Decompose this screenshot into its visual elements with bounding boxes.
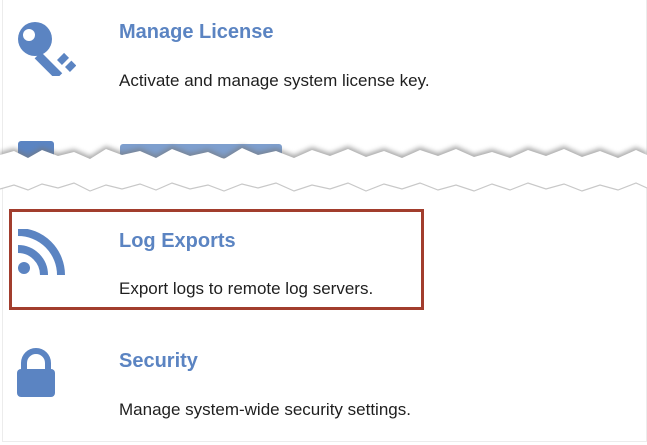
manage-license-description: Activate and manage system license key.	[119, 71, 430, 90]
highlight-box	[9, 209, 424, 310]
security-link[interactable]: Security	[119, 350, 198, 373]
security-description: Manage system-wide security settings.	[119, 400, 411, 419]
key-icon	[14, 18, 77, 80]
manage-license-link[interactable]: Manage License	[119, 21, 274, 44]
lock-icon	[16, 348, 76, 408]
torn-edge	[0, 141, 647, 192]
